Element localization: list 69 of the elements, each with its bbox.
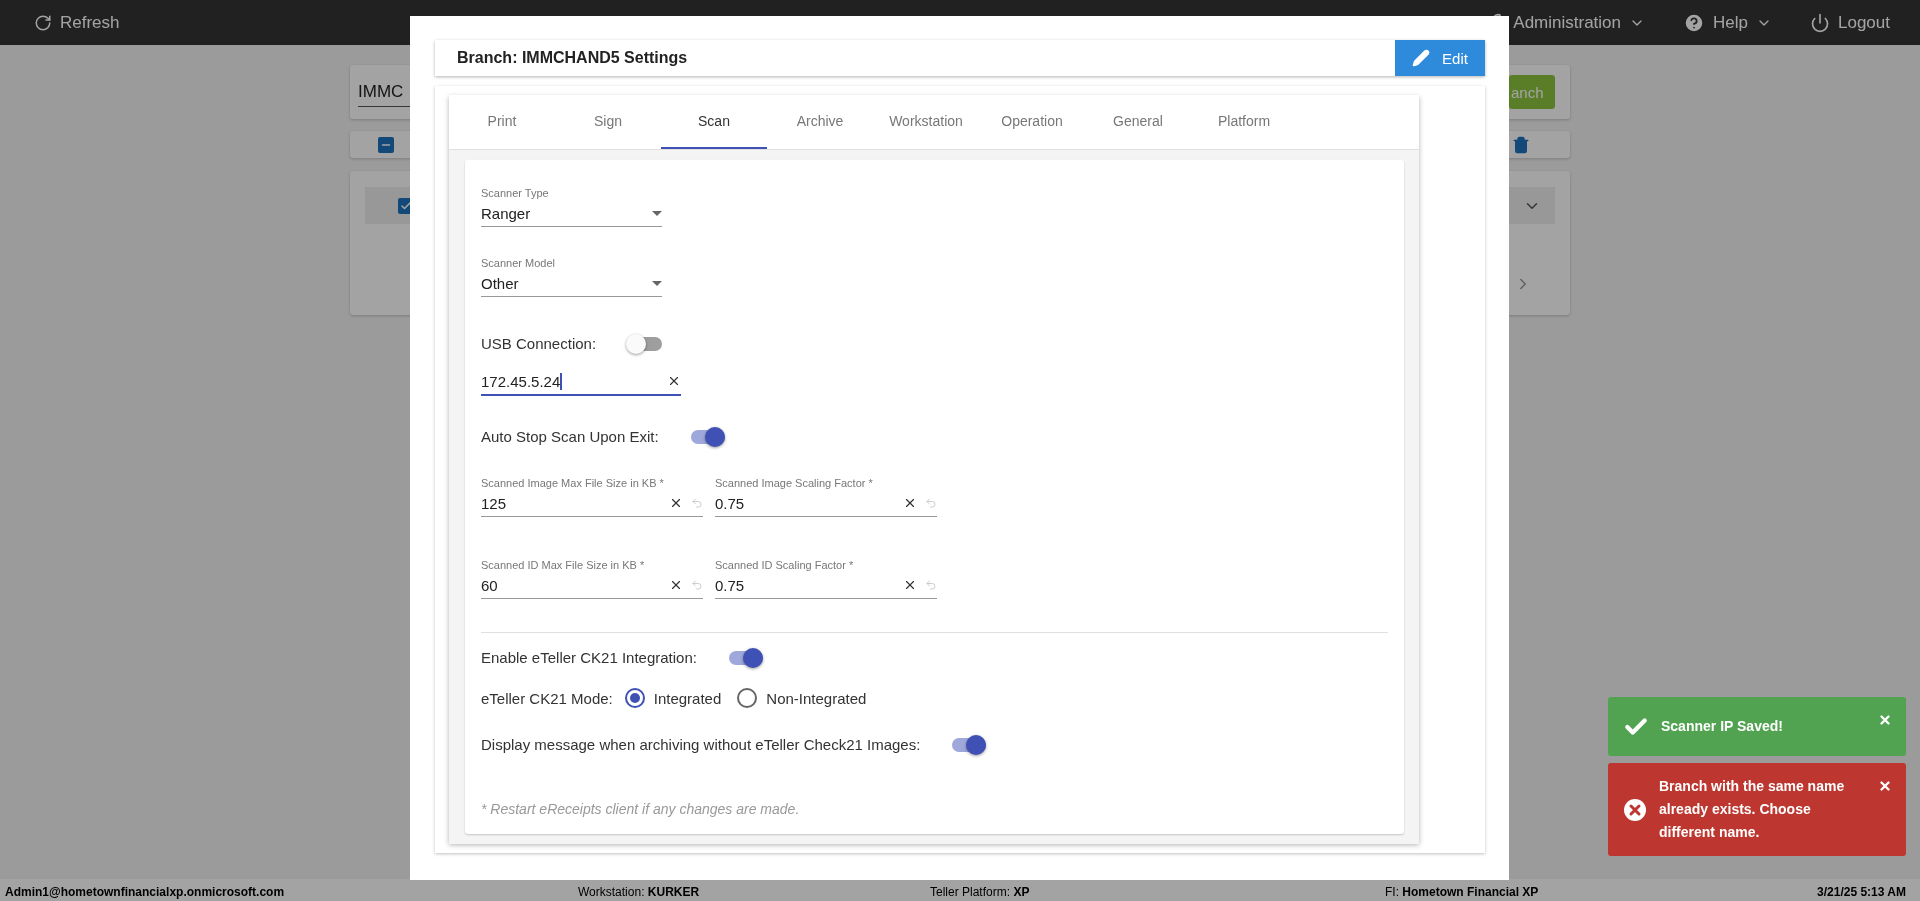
select-field[interactable]: Scanner Type Ranger bbox=[481, 187, 662, 227]
menu-link[interactable]: Logout bbox=[1810, 12, 1890, 33]
tab[interactable]: General bbox=[1085, 95, 1191, 149]
field-label: Scanner Model bbox=[481, 257, 556, 270]
status-item: FI: Hometown Financial XP bbox=[1385, 885, 1540, 899]
edit-button[interactable]: Edit bbox=[1395, 40, 1485, 76]
clear-icon[interactable] bbox=[667, 374, 681, 388]
text-field[interactable]: Scanned Image Max File Size in KB * 125 bbox=[481, 477, 703, 517]
trash-icon[interactable] bbox=[1512, 135, 1530, 154]
field-value: 172.45.5.24 bbox=[481, 372, 564, 390]
close-icon bbox=[1878, 713, 1892, 727]
select-field[interactable]: Scanner Model Other bbox=[481, 257, 662, 297]
tab[interactable]: Archive bbox=[767, 95, 873, 149]
tab[interactable]: Workstation bbox=[873, 95, 979, 149]
refresh-link[interactable]: Refresh bbox=[34, 12, 120, 33]
field-value: 0.75 bbox=[715, 494, 746, 512]
close-icon bbox=[1878, 779, 1892, 793]
status-item: 3/21/25 5:13 AM bbox=[1817, 885, 1906, 899]
footnote: * Restart eReceipts client if any changes are made. bbox=[481, 801, 801, 817]
tab[interactable]: Operation bbox=[979, 95, 1085, 149]
toggle-switch[interactable] bbox=[690, 429, 725, 444]
toggle-switch[interactable] bbox=[729, 650, 763, 665]
radio-group-label: eTeller CK21 Mode: bbox=[481, 689, 613, 707]
switch-label: Display message when archiving without eTeller Check21 Images: bbox=[481, 736, 921, 753]
text-field[interactable]: Scanned Image Scaling Factor * 0.75 bbox=[715, 477, 937, 517]
text-field[interactable]: Scanned ID Max File Size in KB * 60 bbox=[481, 559, 703, 599]
clear-icon[interactable] bbox=[669, 496, 683, 510]
clear-icon[interactable] bbox=[669, 578, 683, 592]
switch-label: Auto Stop Scan Upon Exit: bbox=[481, 428, 659, 445]
toast-message: Scanner IP Saved! bbox=[1661, 717, 1784, 736]
dropdown-caret-icon bbox=[652, 280, 662, 286]
field-label: Scanned Image Scaling Factor * bbox=[715, 477, 874, 490]
radio-option[interactable]: Non-Integrated bbox=[737, 688, 867, 708]
toggle-switch[interactable] bbox=[628, 336, 663, 351]
field-label: Scanned Image Max File Size in KB * bbox=[481, 477, 665, 490]
field-value: 60 bbox=[481, 576, 499, 594]
menu-link[interactable]: Help bbox=[1683, 11, 1772, 34]
status-item: Teller Platform: XP bbox=[930, 885, 1031, 899]
close-button[interactable] bbox=[1878, 779, 1892, 793]
clear-icon[interactable] bbox=[903, 578, 917, 592]
field-value: Other bbox=[481, 274, 520, 292]
switch-label: Enable eTeller CK21 Integration: bbox=[481, 649, 697, 666]
field-label: Scanner Type bbox=[481, 187, 550, 200]
toggle-switch[interactable] bbox=[952, 737, 987, 752]
field-label: Scanned ID Max File Size in KB * bbox=[481, 559, 646, 572]
radio-option[interactable]: Integrated bbox=[624, 688, 722, 708]
tab[interactable]: Platform bbox=[1191, 95, 1297, 149]
status-item: Admin1@hometownfinancialxp.onmicrosoft.com bbox=[5, 885, 286, 899]
ip-input-field[interactable]: 172.45.5.24 bbox=[481, 368, 681, 396]
switch-label: USB Connection: bbox=[481, 335, 597, 352]
text-field[interactable]: Scanned ID Scaling Factor * 0.75 bbox=[715, 559, 937, 599]
dropdown-caret-icon bbox=[652, 210, 662, 216]
close-button[interactable] bbox=[1878, 713, 1892, 727]
tab[interactable]: Sign bbox=[555, 95, 661, 149]
field-value: Ranger bbox=[481, 204, 532, 222]
dialog-title: Branch: IMMCHAND5 Settings bbox=[457, 49, 688, 67]
pencil-icon bbox=[1412, 49, 1431, 67]
tab[interactable]: Print bbox=[449, 95, 555, 149]
help-icon bbox=[1683, 11, 1706, 34]
toast-message: Branch with the same name already exists. Choose different name. bbox=[1659, 777, 1846, 842]
error-icon bbox=[1623, 797, 1647, 822]
field-label: Scanned ID Scaling Factor * bbox=[715, 559, 855, 572]
clear-icon[interactable] bbox=[903, 496, 917, 510]
field-value: 0.75 bbox=[715, 576, 746, 594]
refresh-icon bbox=[34, 13, 52, 32]
field-value: 125 bbox=[481, 494, 508, 512]
select-all-checkbox[interactable] bbox=[378, 136, 394, 153]
power-icon bbox=[1810, 12, 1830, 33]
status-item: Workstation: KURKER bbox=[578, 885, 701, 899]
